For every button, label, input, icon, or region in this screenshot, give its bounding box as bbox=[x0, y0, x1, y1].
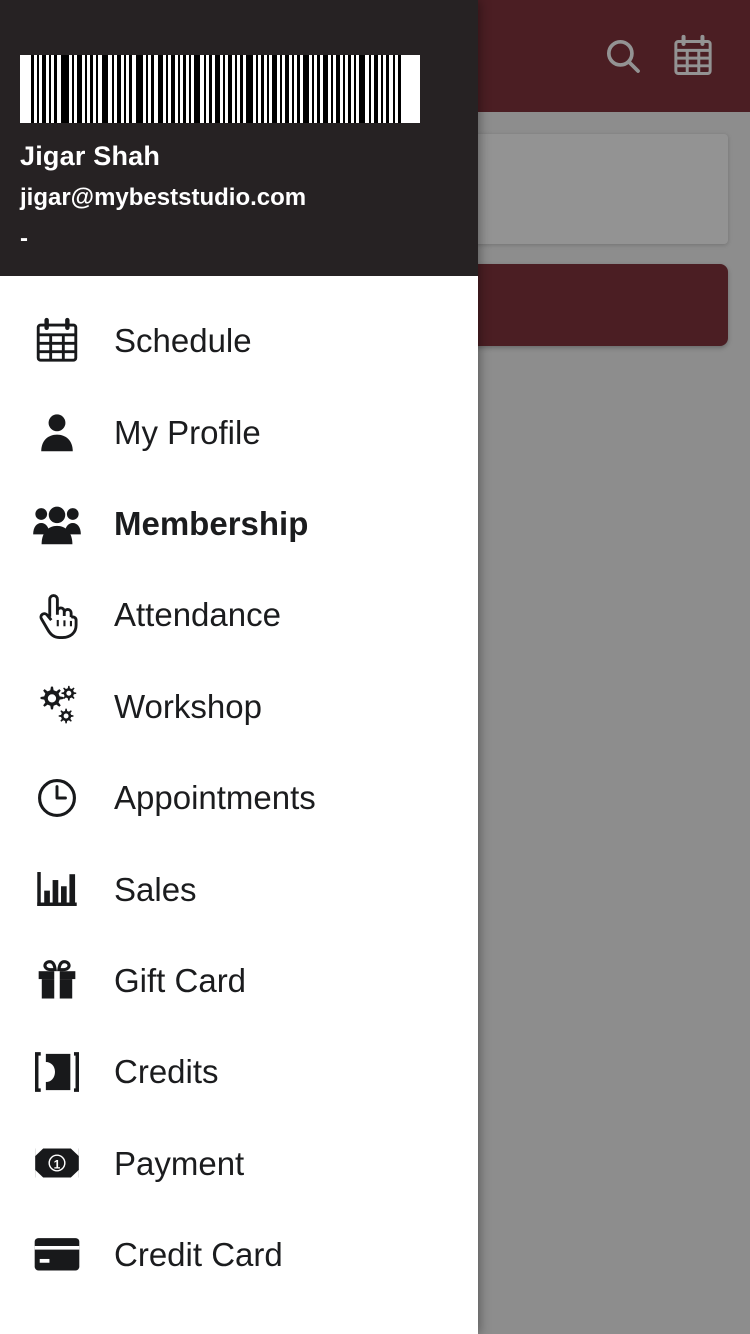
menu-item-schedule[interactable]: Schedule bbox=[0, 295, 478, 386]
money-bill-icon: 1 bbox=[31, 1137, 83, 1189]
menu-item-label: Payment bbox=[114, 1144, 245, 1182]
drawer-menu-list: Schedule My Profile Membership Attendanc… bbox=[0, 276, 478, 1300]
menu-item-label: Gift Card bbox=[114, 961, 247, 999]
menu-item-workshop[interactable]: Workshop bbox=[0, 661, 478, 752]
users-group-icon bbox=[31, 497, 83, 549]
menu-item-label: Credit Card bbox=[114, 1236, 283, 1274]
menu-item-label: Schedule bbox=[114, 322, 252, 360]
menu-item-credits[interactable]: Credits bbox=[0, 1026, 478, 1117]
navigation-drawer: Jigar Shah jigar@mybeststudio.com - Sche… bbox=[0, 0, 478, 1334]
hand-pointer-icon bbox=[31, 589, 83, 641]
member-barcode bbox=[20, 55, 420, 123]
menu-item-credit-card[interactable]: Credit Card bbox=[0, 1209, 478, 1300]
profile-email: jigar@mybeststudio.com bbox=[20, 183, 307, 211]
ticket-icon bbox=[31, 1046, 83, 1098]
menu-item-label: Sales bbox=[114, 870, 197, 908]
menu-item-label: Appointments bbox=[114, 779, 316, 817]
menu-item-label: Credits bbox=[114, 1053, 219, 1091]
menu-item-membership[interactable]: Membership bbox=[0, 478, 478, 569]
menu-item-sales[interactable]: Sales bbox=[0, 843, 478, 934]
credit-card-icon bbox=[31, 1229, 83, 1281]
menu-item-my-profile[interactable]: My Profile bbox=[0, 386, 478, 477]
gift-icon bbox=[31, 954, 83, 1006]
menu-item-gift-card[interactable]: Gift Card bbox=[0, 935, 478, 1026]
svg-text:1: 1 bbox=[54, 1157, 61, 1171]
drawer-profile-header: Jigar Shah jigar@mybeststudio.com - bbox=[0, 0, 478, 276]
profile-name: Jigar Shah bbox=[20, 141, 161, 171]
menu-item-label: Membership bbox=[114, 504, 309, 542]
profile-phone: - bbox=[20, 225, 28, 253]
menu-item-label: My Profile bbox=[114, 413, 261, 451]
bar-chart-icon bbox=[31, 863, 83, 915]
menu-item-appointments[interactable]: Appointments bbox=[0, 752, 478, 843]
gears-icon bbox=[31, 680, 83, 732]
menu-item-attendance[interactable]: Attendance bbox=[0, 569, 478, 660]
clock-icon bbox=[31, 772, 83, 824]
user-icon bbox=[31, 406, 83, 458]
calendar-icon bbox=[31, 315, 83, 367]
menu-item-label: Attendance bbox=[114, 596, 281, 634]
menu-item-label: Workshop bbox=[114, 687, 262, 725]
menu-item-payment[interactable]: 1 Payment bbox=[0, 1118, 478, 1209]
